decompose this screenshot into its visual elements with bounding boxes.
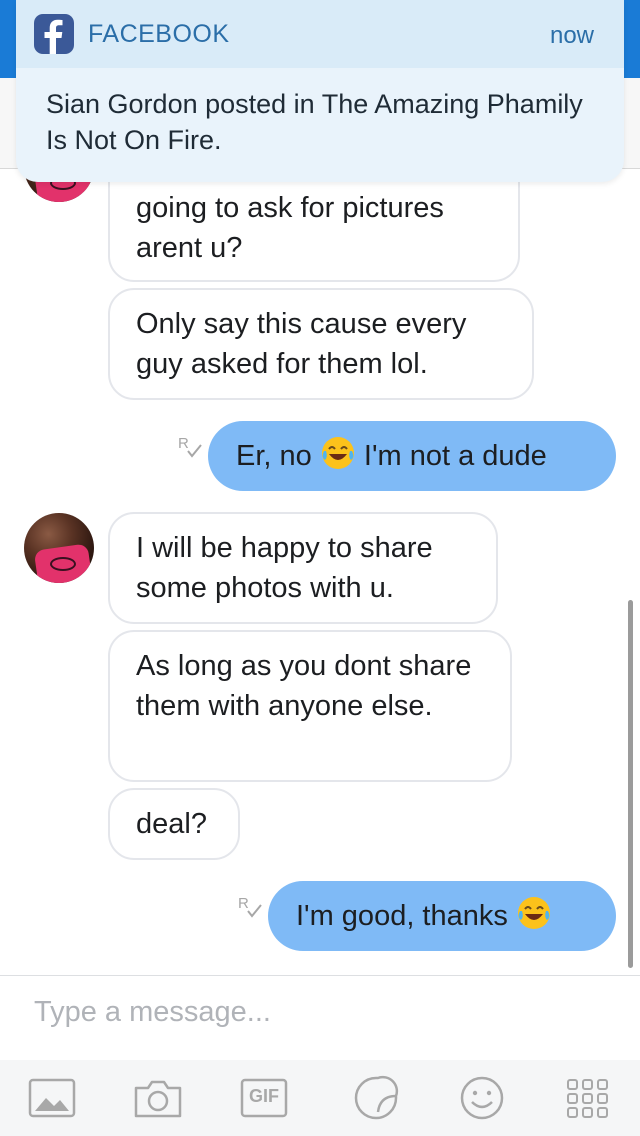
tears-of-joy-emoji-icon xyxy=(320,435,356,471)
message-text: Er, no xyxy=(236,440,312,472)
notification-header: FACEBOOK now xyxy=(16,0,624,68)
notification-banner[interactable]: FACEBOOK now Sian Gordon posted in The A… xyxy=(16,0,624,182)
notification-app-name: FACEBOOK xyxy=(88,20,230,48)
notification-message: Sian Gordon posted in The Amazing Phamil… xyxy=(46,89,583,155)
gif-icon[interactable]: GIF xyxy=(238,1074,290,1122)
read-receipt-icon: R xyxy=(236,894,264,922)
facebook-logo-icon xyxy=(34,14,74,54)
gif-label: GIF xyxy=(249,1086,279,1106)
message-text: I'm good, thanks xyxy=(296,900,508,932)
incoming-message[interactable]: I will be happy to share some photos wit… xyxy=(108,512,498,624)
message-composer[interactable]: Type a message... xyxy=(0,975,640,1061)
incoming-message[interactable]: deal? xyxy=(108,788,240,860)
more-apps-icon[interactable] xyxy=(562,1074,614,1122)
notification-time: now xyxy=(549,22,594,49)
composer-toolbar: GIF xyxy=(0,1060,640,1136)
message-text: Only say this cause every guy asked for … xyxy=(136,308,467,380)
message-text: going to ask for pictures arent u? xyxy=(136,192,444,264)
contact-avatar[interactable] xyxy=(24,513,94,583)
photo-icon[interactable] xyxy=(26,1074,78,1122)
outgoing-message[interactable]: Er, no I'm not a dude xyxy=(208,421,616,491)
camera-icon[interactable] xyxy=(132,1074,184,1122)
message-text: I'm not a dude xyxy=(363,440,547,472)
conversation-scrollbar[interactable] xyxy=(628,600,633,968)
message-text: As long as you dont share them with anyo… xyxy=(136,650,472,722)
avatar-detail xyxy=(50,557,76,571)
message-input[interactable]: Type a message... xyxy=(34,996,271,1029)
sticker-icon[interactable] xyxy=(350,1074,402,1122)
svg-text:R: R xyxy=(238,895,249,912)
incoming-message[interactable]: Only say this cause every guy asked for … xyxy=(108,288,534,400)
svg-text:R: R xyxy=(178,435,189,452)
outgoing-message[interactable]: I'm good, thanks xyxy=(268,881,616,951)
emoji-icon[interactable] xyxy=(456,1074,508,1122)
message-text: deal? xyxy=(136,808,207,840)
message-text: I will be happy to share some photos wit… xyxy=(136,532,433,604)
incoming-message[interactable]: As long as you dont share them with anyo… xyxy=(108,630,512,782)
tears-of-joy-emoji-icon xyxy=(516,895,552,931)
read-receipt-icon: R xyxy=(176,434,204,462)
